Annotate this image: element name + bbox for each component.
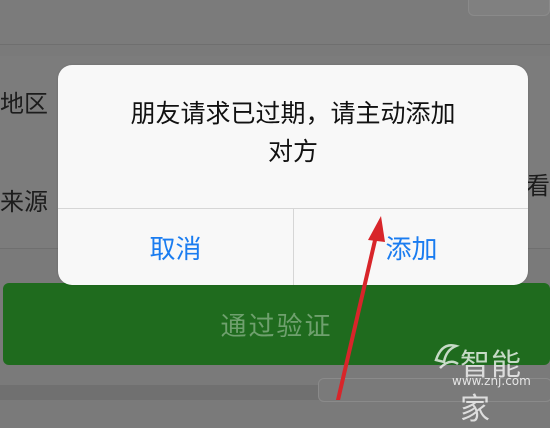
region-label: 地区 [0, 90, 48, 118]
watermark-url: www.znj.com [452, 374, 531, 388]
top-bar [0, 0, 550, 45]
dialog-message: 朋友请求已过期，请主动添加 对方 [58, 95, 528, 171]
source-value-text: 眼看 [528, 172, 550, 200]
alert-dialog: 朋友请求已过期，请主动添加 对方 取消 添加 [58, 65, 528, 285]
verify-button-label: 通过验证 [220, 311, 333, 342]
dialog-message-line-2: 对方 [267, 137, 318, 166]
dialog-message-line-1: 朋友请求已过期，请主动添加 [130, 99, 456, 128]
source-label: 来源 [0, 188, 48, 216]
cancel-button[interactable]: 取消 [58, 209, 293, 285]
add-button[interactable]: 添加 [294, 209, 528, 285]
top-button[interactable] [468, 0, 550, 16]
